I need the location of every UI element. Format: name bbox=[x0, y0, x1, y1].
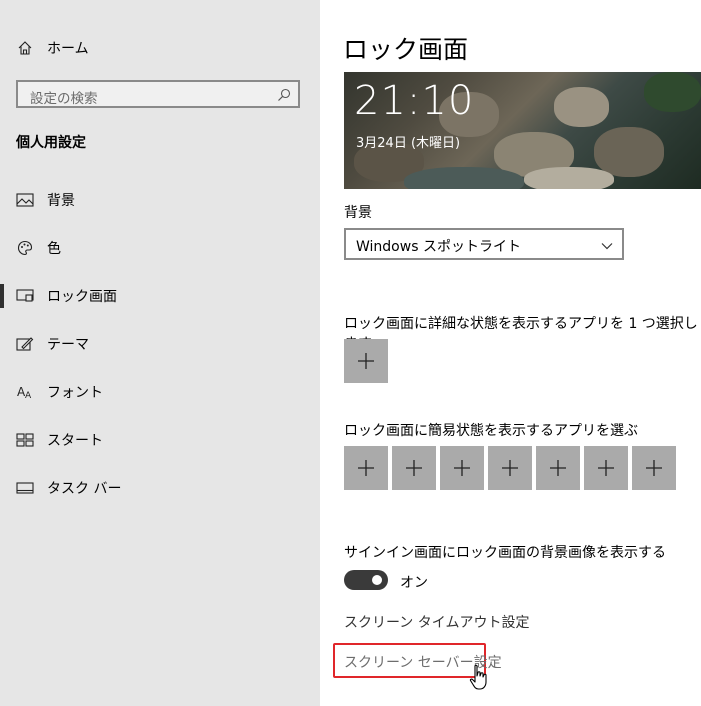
background-label: 背景 bbox=[344, 205, 372, 221]
plus-icon bbox=[358, 353, 374, 369]
sidebar-item-home[interactable]: ホーム bbox=[0, 28, 320, 68]
sidebar-item-label: タスク バー bbox=[47, 481, 122, 497]
sidebar: ホーム 設定の検索 個人用設定 背景 色 ロック画面 テーマ AA フォント ス… bbox=[0, 0, 320, 706]
preview-date: 3月24日 (木曜日) bbox=[356, 136, 461, 151]
add-quick-app-button[interactable] bbox=[440, 446, 484, 490]
start-grid-icon bbox=[16, 431, 34, 449]
chevron-down-icon bbox=[600, 238, 614, 252]
sidebar-item-start[interactable]: スタート bbox=[0, 420, 320, 460]
sidebar-item-label: 色 bbox=[47, 241, 61, 257]
theme-brush-icon bbox=[16, 335, 34, 353]
sidebar-item-label: テーマ bbox=[47, 337, 89, 353]
add-detailed-app-button[interactable] bbox=[344, 339, 388, 383]
signin-bg-toggle[interactable] bbox=[344, 570, 388, 590]
group-title: 個人用設定 bbox=[16, 135, 86, 151]
sidebar-item-label: ロック画面 bbox=[47, 289, 117, 305]
home-icon bbox=[16, 39, 34, 57]
plus-icon bbox=[454, 460, 470, 476]
lock-screen-icon bbox=[16, 287, 34, 305]
background-dropdown[interactable]: Windows スポットライト bbox=[344, 228, 624, 260]
search-input[interactable]: 設定の検索 bbox=[16, 80, 300, 108]
sidebar-item-label: 背景 bbox=[47, 193, 75, 209]
palette-icon bbox=[16, 239, 34, 257]
screen-timeout-link[interactable]: スクリーン タイムアウト設定 bbox=[344, 612, 529, 632]
add-quick-app-button[interactable] bbox=[632, 446, 676, 490]
signin-bg-label: サインイン画面にロック画面の背景画像を表示する bbox=[344, 545, 666, 561]
font-icon: AA bbox=[16, 383, 34, 401]
sidebar-item-font[interactable]: AA フォント bbox=[0, 372, 320, 412]
sidebar-item-label: スタート bbox=[47, 433, 103, 449]
taskbar-icon bbox=[16, 479, 34, 497]
lock-screen-preview: 21:10 3月24日 (木曜日) bbox=[344, 72, 701, 189]
search-placeholder: 設定の検索 bbox=[30, 91, 98, 107]
add-quick-app-button[interactable] bbox=[488, 446, 532, 490]
sidebar-item-color[interactable]: 色 bbox=[0, 228, 320, 268]
add-quick-app-button[interactable] bbox=[584, 446, 628, 490]
sidebar-item-label: フォント bbox=[47, 385, 103, 401]
plus-icon bbox=[598, 460, 614, 476]
plus-icon bbox=[646, 460, 662, 476]
background-dropdown-value: Windows スポットライト bbox=[356, 239, 521, 255]
plus-icon bbox=[550, 460, 566, 476]
add-quick-app-button[interactable] bbox=[536, 446, 580, 490]
toggle-knob bbox=[372, 575, 382, 585]
preview-time: 21:10 bbox=[354, 78, 475, 124]
hand-cursor-icon bbox=[468, 664, 490, 692]
sidebar-item-lock-screen[interactable]: ロック画面 bbox=[0, 276, 320, 316]
add-quick-app-button[interactable] bbox=[392, 446, 436, 490]
image-icon bbox=[16, 191, 34, 209]
search-icon bbox=[276, 87, 292, 103]
quick-status-label: ロック画面に簡易状態を表示するアプリを選ぶ bbox=[344, 423, 638, 439]
svg-text:A: A bbox=[25, 391, 32, 400]
signin-bg-toggle-label: オン bbox=[400, 575, 428, 591]
sidebar-item-taskbar[interactable]: タスク バー bbox=[0, 468, 320, 508]
add-quick-app-button[interactable] bbox=[344, 446, 388, 490]
sidebar-item-background[interactable]: 背景 bbox=[0, 180, 320, 220]
plus-icon bbox=[358, 460, 374, 476]
active-indicator bbox=[0, 284, 4, 308]
sidebar-item-theme[interactable]: テーマ bbox=[0, 324, 320, 364]
page-title: ロック画面 bbox=[343, 35, 469, 64]
plus-icon bbox=[502, 460, 518, 476]
detailed-status-label: ロック画面に詳細な状態を表示するアプリを 1 つ選択します bbox=[344, 316, 698, 352]
sidebar-item-label: ホーム bbox=[47, 41, 89, 57]
plus-icon bbox=[406, 460, 422, 476]
